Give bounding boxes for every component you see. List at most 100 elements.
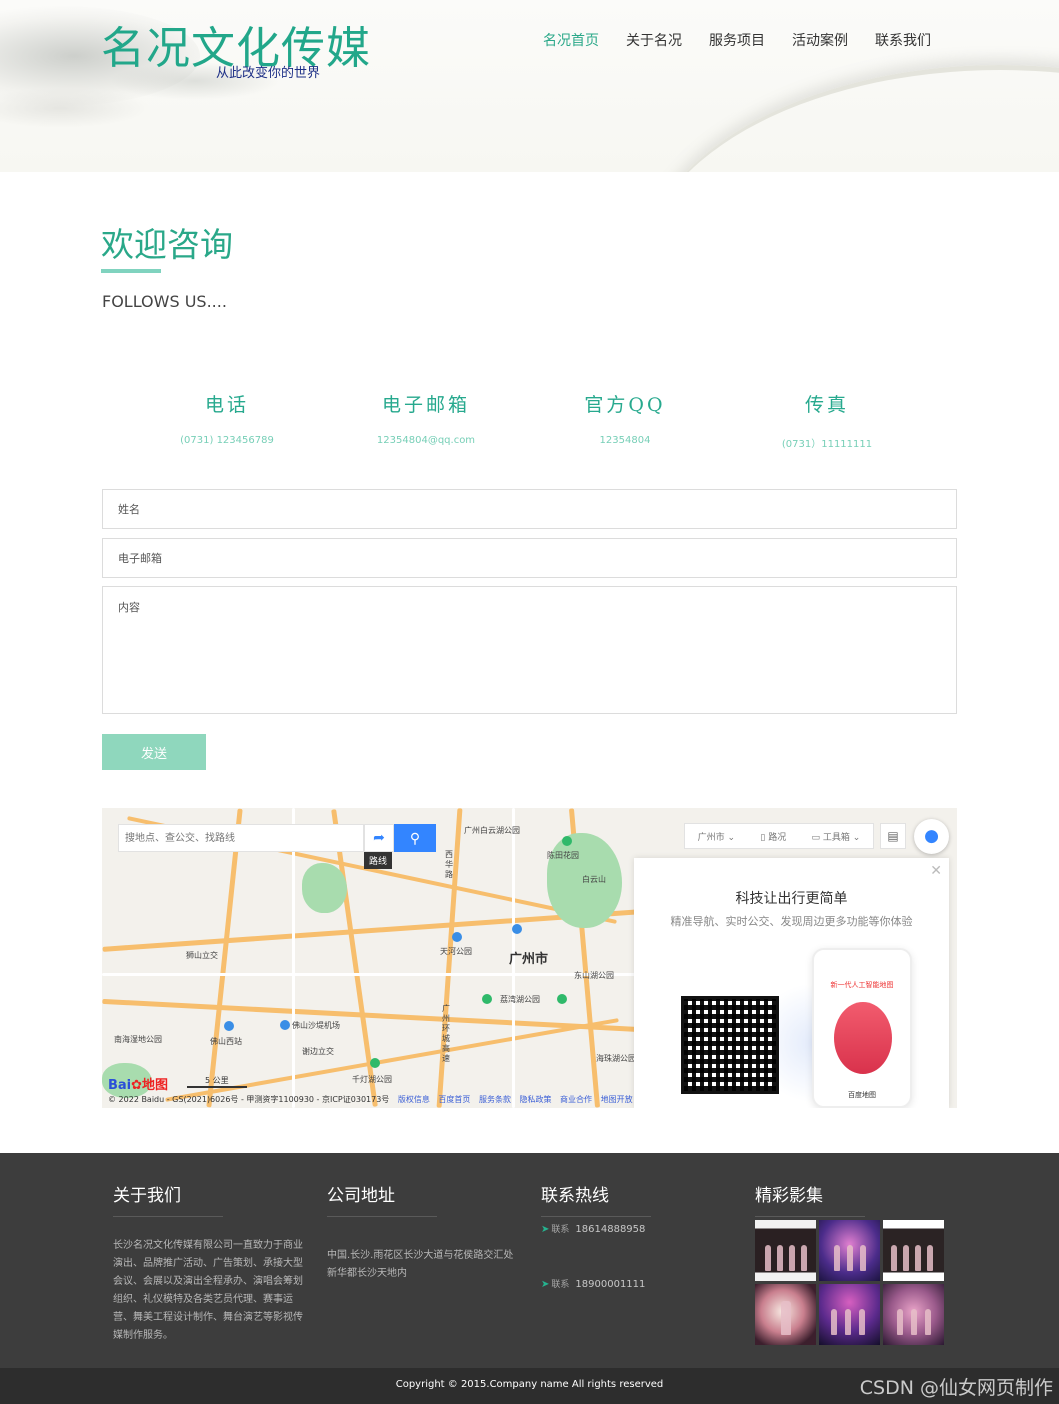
contact-label: 官方QQ [584,394,666,416]
map-road [165,1018,619,1102]
email-input[interactable] [102,538,957,578]
phone-mockup: 新一代人工智能地图 百度地图 [812,948,912,1108]
search-icon: ⚲ [409,829,421,846]
ink-cloud-decoration [0,88,150,128]
map-link[interactable]: 地图开放 [601,1095,633,1104]
page-subtitle: FOLLOWS US.... [102,292,227,311]
city-select[interactable]: 广州市 ⌄ [698,830,735,843]
footer-title: 联系热线 [541,1186,609,1206]
main-nav: 名况首页 关于名况 服务项目 活动案例 联系我们 [543,30,931,50]
footer-divider [755,1216,865,1217]
map-poi-pin[interactable] [452,932,462,942]
map-park-area [302,863,347,913]
copyright-bar: Copyright © 2015.Company name All rights… [0,1368,1059,1404]
gallery-photo[interactable] [755,1220,816,1281]
message-icon[interactable]: ▤ [880,823,906,849]
contact-value: 12354804@qq.com [376,435,476,446]
contact-fax: 传真 (0731）11111111 [727,390,927,450]
content-textarea[interactable] [102,586,957,714]
map-link[interactable]: 百度首页 [438,1095,470,1104]
contact-phone: 电话 (0731) 123456789 [127,390,327,446]
map-link[interactable]: 商业合作 [560,1095,592,1104]
map-place-label: 荔湾湖公园 [500,995,540,1004]
nav-item-contact[interactable]: 联系我们 [875,30,931,50]
gallery-photo[interactable] [755,1284,816,1345]
photo-gallery [755,1220,944,1345]
phone-title: 新一代人工智能地图 [830,981,894,989]
contact-label: 电子邮箱 [381,394,470,416]
send-button[interactable]: 发送 [102,734,206,770]
footer-address-text: 中国.长沙.雨花区长沙大道与花侯路交汇处新华都长沙天地内 [327,1250,514,1279]
map-place-label: 东山湖公园 [574,971,614,980]
footer-gallery: 精彩影集 [755,1181,945,1217]
baidu-map-logo: Bai✿地图 [108,1078,169,1093]
map-poi-pin[interactable] [512,924,522,934]
logo-subtitle: 从此改变你的世界 [216,66,321,81]
footer-divider [113,1216,223,1217]
map-place-label: 佛山西站 [210,1037,242,1046]
contact-email: 电子邮箱 12354804@qq.com [326,390,526,446]
map-search-input[interactable] [118,824,364,852]
map-link[interactable]: 版权信息 [398,1095,430,1104]
baidu-map[interactable]: 广州市 广州白云湖公园 陈田花园 白云山 狮山立交 天河公园 荔湾湖公园 东山湖… [102,808,957,1108]
close-icon[interactable]: ✕ [930,863,942,879]
map-place-label: 南海湿地公园 [114,1035,162,1044]
map-airport-pin[interactable] [280,1020,290,1030]
map-place-label: 白云山 [582,875,606,884]
name-input[interactable] [102,489,957,529]
footer-divider [327,1216,437,1217]
route-tooltip: 路线 [364,852,393,869]
map-place-label: 狮山立交 [186,951,218,960]
map-place-label: 千灯湖公园 [352,1075,392,1084]
map-link[interactable]: 隐私政策 [520,1095,552,1104]
map-place-label: 陈田花园 [547,851,579,860]
footer-about: 关于我们 长沙名况文化传媒有限公司一直致力于商业演出、品牌推广活动、广告策划、承… [113,1181,305,1345]
contact-value: 12354804 [599,435,651,446]
nav-item-cases[interactable]: 活动案例 [792,30,848,50]
header-arc-decoration [640,65,1059,172]
gallery-photo[interactable] [883,1284,944,1345]
map-road-minor [102,973,642,976]
nav-item-services[interactable]: 服务项目 [709,30,765,50]
map-city-label: 广州市 [509,952,549,967]
app-promo-popup: ✕ 科技让出行更简单 精准导航、实时公交、发现周边更多功能等你体验 新一代人工智… [634,858,949,1108]
footer-title: 精彩影集 [755,1186,823,1206]
map-park-pin[interactable] [557,994,567,1004]
footer-hotline: 联系热线 [541,1181,731,1217]
gallery-photo[interactable] [883,1220,944,1281]
map-search-button[interactable]: ⚲ [394,824,436,852]
gallery-photo[interactable] [819,1220,880,1281]
map-place-label: 海珠湖公园 [596,1054,636,1063]
contact-value: (0731) 123456789 [180,435,274,446]
map-park-pin[interactable] [482,994,492,1004]
hotline-number[interactable]: 18900001111 [575,1279,645,1290]
traffic-toggle[interactable]: ▯ 路况 [760,830,786,843]
map-copyright: © 2022 Baidu - GS(2021)6026号 - 甲测资字11009… [108,1095,633,1104]
map-toolbar: 广州市 ⌄ ▯ 路况 ▭ 工具箱 ⌄ [684,823,874,849]
toolbox-button[interactable]: ▭ 工具箱 ⌄ [812,830,861,843]
contact-qq: 官方QQ 12354804 [525,390,725,446]
user-avatar-icon[interactable]: ● [914,819,949,854]
nav-item-home[interactable]: 名况首页 [543,30,599,50]
contact-label: 电话 [204,394,249,416]
route-icon[interactable]: ➦ [364,824,394,852]
map-road-minor [292,808,295,1108]
map-station-pin[interactable] [224,1021,234,1031]
hotline-item: ➤ 联系 18900001111 [541,1279,646,1290]
site-header: 名况文化传媒 从此改变你的世界 名况首页 关于名况 服务项目 活动案例 联系我们 [0,0,1059,172]
csdn-watermark: CSDN @仙女网页制作 [859,1377,1053,1399]
map-park-pin[interactable] [370,1058,380,1068]
map-place-label: 佛山沙堤机场 [292,1021,340,1030]
map-link[interactable]: 服务条款 [479,1095,511,1104]
bird-icon: ➤ [541,1279,550,1290]
phone-brand: 百度地图 [848,1091,876,1099]
gallery-photo[interactable] [819,1284,880,1345]
map-place-label: 广州白云湖公园 [464,826,520,835]
page-title: 欢迎咨询 [101,225,233,264]
promo-title: 科技让出行更简单 [735,891,848,907]
nav-item-about[interactable]: 关于名况 [626,30,682,50]
hotline-number[interactable]: 18614888958 [575,1224,645,1235]
footer-title: 公司地址 [327,1186,395,1206]
promo-subtitle: 精准导航、实时公交、发现周边更多功能等你体验 [670,915,913,928]
map-park-pin[interactable] [562,836,572,846]
